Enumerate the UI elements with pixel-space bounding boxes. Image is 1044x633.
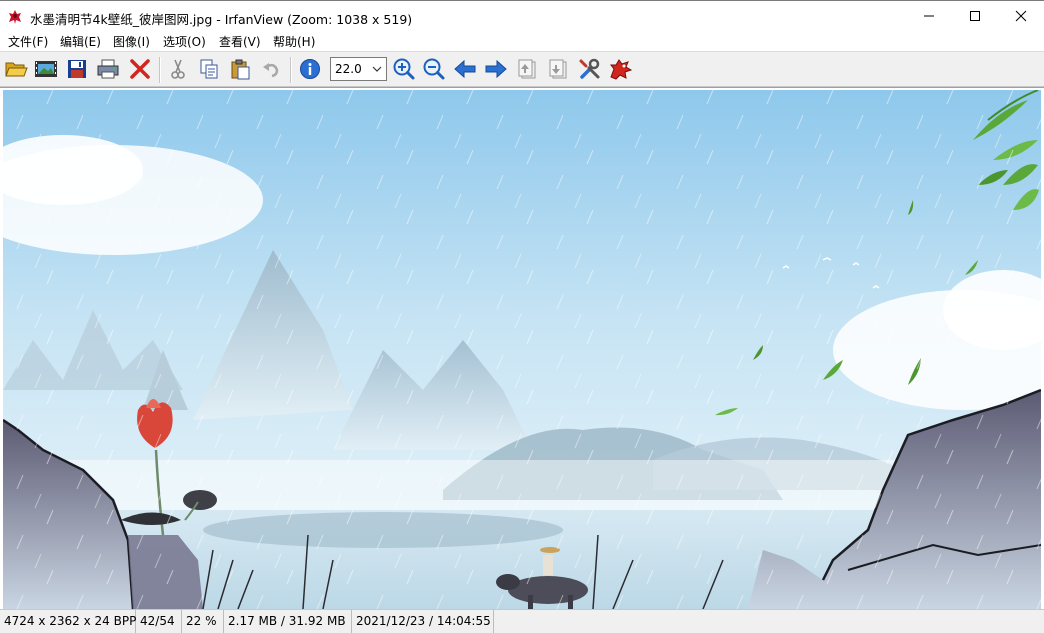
paste-button[interactable] (227, 56, 253, 82)
maximize-icon (970, 11, 980, 21)
save-button[interactable] (64, 56, 90, 82)
menu-options[interactable]: 选项(O) (163, 33, 206, 50)
status-zoom: 22 % (182, 610, 224, 633)
delete-icon (130, 59, 150, 79)
zoom-in-button[interactable] (391, 56, 417, 82)
menu-view[interactable]: 查看(V) (219, 33, 261, 50)
previous-icon (454, 59, 476, 79)
menu-edit[interactable]: 编辑(E) (60, 33, 101, 50)
zoom-in-icon (393, 58, 415, 80)
title-bar: 水墨清明节4k壁纸_彼岸图网.jpg - IrfanView (Zoom: 10… (0, 0, 1044, 31)
previous-file-button[interactable] (452, 56, 478, 82)
status-bar: 4724 x 2362 x 24 BPP 42/54 22 % 2.17 MB … (0, 609, 1044, 633)
next-file-button[interactable] (483, 56, 509, 82)
ink-landscape-image (3, 90, 1041, 609)
irfanview-logo-icon (610, 59, 633, 80)
undo-button[interactable] (258, 56, 284, 82)
toolbar-separator (159, 57, 161, 83)
displayed-image[interactable] (3, 90, 1041, 609)
info-button[interactable] (297, 56, 323, 82)
cut-button[interactable] (165, 56, 191, 82)
slideshow-button[interactable] (33, 56, 59, 82)
slideshow-icon (35, 61, 57, 77)
first-file-icon (518, 59, 536, 79)
close-icon (1015, 10, 1027, 22)
toolbar-separator (290, 57, 292, 83)
first-file-button[interactable] (514, 56, 540, 82)
last-file-icon (549, 59, 567, 79)
last-file-button[interactable] (545, 56, 571, 82)
menu-file[interactable]: 文件(F) (8, 33, 48, 50)
irfanview-app-icon[interactable] (6, 8, 24, 26)
undo-icon (263, 63, 279, 78)
zoom-dropdown[interactable]: 22.0 (330, 57, 387, 81)
settings-icon (579, 58, 600, 79)
toolbar: 22.0 (0, 51, 1044, 87)
image-viewer[interactable] (0, 87, 1044, 609)
menu-help[interactable]: 帮助(H) (273, 33, 315, 50)
minimize-button[interactable] (906, 1, 952, 31)
cut-icon (171, 59, 185, 79)
about-button[interactable] (608, 56, 634, 82)
delete-button[interactable] (127, 56, 153, 82)
open-folder-icon (5, 62, 28, 77)
maximize-button[interactable] (952, 1, 998, 31)
menu-bar: 文件(F) 编辑(E) 图像(I) 选项(O) 查看(V) 帮助(H) (0, 31, 1044, 51)
save-icon (68, 60, 86, 78)
zoom-out-button[interactable] (421, 56, 447, 82)
open-button[interactable] (3, 56, 29, 82)
zoom-value: 22.0 (335, 62, 362, 76)
status-dimensions: 4724 x 2362 x 24 BPP (0, 610, 136, 633)
status-file-index: 42/54 (136, 610, 182, 633)
next-icon (485, 59, 507, 79)
close-button[interactable] (998, 1, 1044, 31)
print-icon (97, 59, 119, 79)
minimize-icon (924, 15, 934, 17)
copy-button[interactable] (196, 56, 222, 82)
status-file-size: 2.17 MB / 31.92 MB (224, 610, 352, 633)
chevron-down-icon (372, 66, 382, 72)
copy-icon (200, 59, 218, 79)
zoom-out-icon (423, 58, 445, 80)
info-icon (300, 59, 320, 79)
settings-button[interactable] (577, 56, 603, 82)
status-datetime: 2021/12/23 / 14:04:55 (352, 610, 494, 633)
window-title: 水墨清明节4k壁纸_彼岸图网.jpg - IrfanView (Zoom: 10… (30, 12, 413, 27)
menu-image[interactable]: 图像(I) (113, 33, 150, 50)
print-button[interactable] (95, 56, 121, 82)
paste-icon (231, 59, 250, 80)
